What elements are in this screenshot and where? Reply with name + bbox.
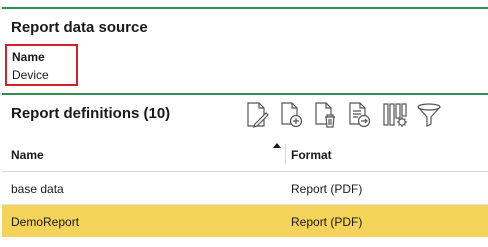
report-definitions-title: Report definitions (10) bbox=[11, 105, 171, 122]
column-header-format[interactable]: Format bbox=[291, 148, 332, 162]
edit-report-button[interactable] bbox=[243, 100, 271, 130]
column-settings-button[interactable] bbox=[381, 100, 409, 130]
table-row[interactable]: base data Report (PDF) bbox=[2, 172, 488, 205]
add-document-icon bbox=[281, 102, 303, 128]
report-definitions-table: Name Format base data Report (PDF) DemoR… bbox=[2, 136, 488, 237]
edit-document-icon bbox=[247, 102, 269, 128]
row-name-cell: base data bbox=[11, 182, 64, 196]
report-panel: Report data source Name Device Report de… bbox=[0, 0, 488, 247]
top-divider bbox=[2, 7, 488, 9]
delete-document-icon bbox=[315, 102, 335, 128]
export-document-icon bbox=[349, 102, 371, 128]
table-header: Name Format bbox=[2, 136, 488, 172]
table-row-selected[interactable]: DemoReport Report (PDF) bbox=[2, 205, 488, 237]
column-settings-icon bbox=[383, 103, 407, 127]
filter-icon bbox=[417, 103, 441, 127]
column-separator[interactable] bbox=[285, 144, 286, 164]
row-format-cell: Report (PDF) bbox=[291, 182, 363, 196]
data-source-name-value: Device bbox=[12, 68, 49, 82]
add-report-button[interactable] bbox=[277, 100, 305, 130]
sort-ascending-icon[interactable] bbox=[273, 143, 281, 148]
delete-report-button[interactable] bbox=[311, 100, 339, 130]
row-format-cell: Report (PDF) bbox=[291, 215, 363, 229]
section-divider bbox=[2, 93, 488, 95]
filter-button[interactable] bbox=[415, 100, 443, 130]
column-header-name[interactable]: Name bbox=[11, 148, 44, 162]
report-data-source-title: Report data source bbox=[11, 19, 148, 36]
export-report-button[interactable] bbox=[345, 100, 373, 130]
data-source-name-box: Name Device bbox=[5, 44, 78, 86]
row-name-cell: DemoReport bbox=[11, 215, 80, 229]
data-source-name-label: Name bbox=[12, 50, 45, 64]
